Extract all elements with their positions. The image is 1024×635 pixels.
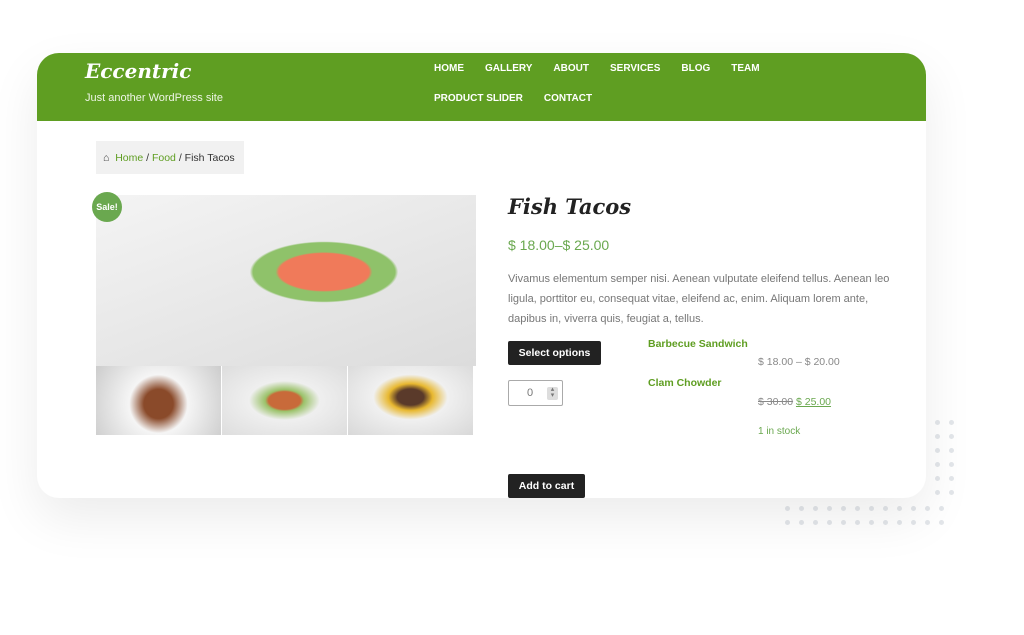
- breadcrumb-separator: /: [146, 152, 150, 164]
- grouped-item-barbecue-sandwich[interactable]: Barbecue Sandwich: [648, 338, 748, 350]
- grouped-item-price: $ 18.00 – $ 20.00: [758, 356, 840, 368]
- product-main-image[interactable]: [96, 195, 476, 366]
- nav-home[interactable]: HOME: [434, 63, 464, 74]
- product-thumbnail[interactable]: [222, 366, 347, 435]
- nav-contact[interactable]: CONTACT: [544, 93, 592, 104]
- decorative-dots: [785, 506, 944, 525]
- nav-gallery[interactable]: GALLERY: [485, 63, 532, 74]
- browser-card: Eccentric Just another WordPress site HO…: [37, 53, 926, 498]
- site-logo[interactable]: Eccentric: [85, 59, 191, 83]
- main-nav: HOME GALLERY ABOUT SERVICES BLOG TEAM PR…: [434, 63, 864, 104]
- sale-badge: Sale!: [92, 192, 122, 222]
- site-tagline: Just another WordPress site: [85, 92, 223, 104]
- breadcrumb-food[interactable]: Food: [152, 152, 176, 164]
- breadcrumb-separator: /: [178, 152, 182, 164]
- stepper-icon[interactable]: ▴ ▾: [547, 386, 558, 400]
- site-header: Eccentric Just another WordPress site HO…: [37, 53, 926, 121]
- product-thumbnail[interactable]: [348, 366, 473, 435]
- product-thumbnail[interactable]: [96, 366, 221, 435]
- quantity-input[interactable]: 0 ▴ ▾: [508, 380, 563, 406]
- add-to-cart-button[interactable]: Add to cart: [508, 474, 585, 498]
- product-description: Vivamus elementum semper nisi. Aenean vu…: [508, 273, 890, 325]
- old-price: $ 30.00: [758, 396, 794, 408]
- breadcrumb-current: Fish Tacos: [184, 152, 235, 164]
- breadcrumb: ⌂ Home / Food / Fish Tacos: [96, 141, 244, 174]
- nav-product-slider[interactable]: PRODUCT SLIDER: [434, 93, 523, 104]
- decorative-dots: [935, 420, 954, 495]
- nav-blog[interactable]: BLOG: [681, 63, 710, 74]
- grouped-item-clam-chowder[interactable]: Clam Chowder: [648, 377, 722, 389]
- home-icon: ⌂: [103, 152, 110, 164]
- product-price: $ 18.00–$ 25.00: [508, 237, 610, 253]
- quantity-value: 0: [527, 387, 534, 399]
- breadcrumb-home[interactable]: Home: [115, 152, 143, 164]
- nav-about[interactable]: ABOUT: [553, 63, 589, 74]
- product-title: Fish Tacos: [508, 194, 632, 219]
- stock-status: 1 in stock: [758, 426, 801, 437]
- nav-services[interactable]: SERVICES: [610, 63, 660, 74]
- select-options-button[interactable]: Select options: [508, 341, 601, 365]
- grouped-item-price: $ 30.00 $ 25.00: [758, 396, 831, 408]
- sale-price: $ 25.00: [795, 396, 832, 408]
- nav-team[interactable]: TEAM: [731, 63, 759, 74]
